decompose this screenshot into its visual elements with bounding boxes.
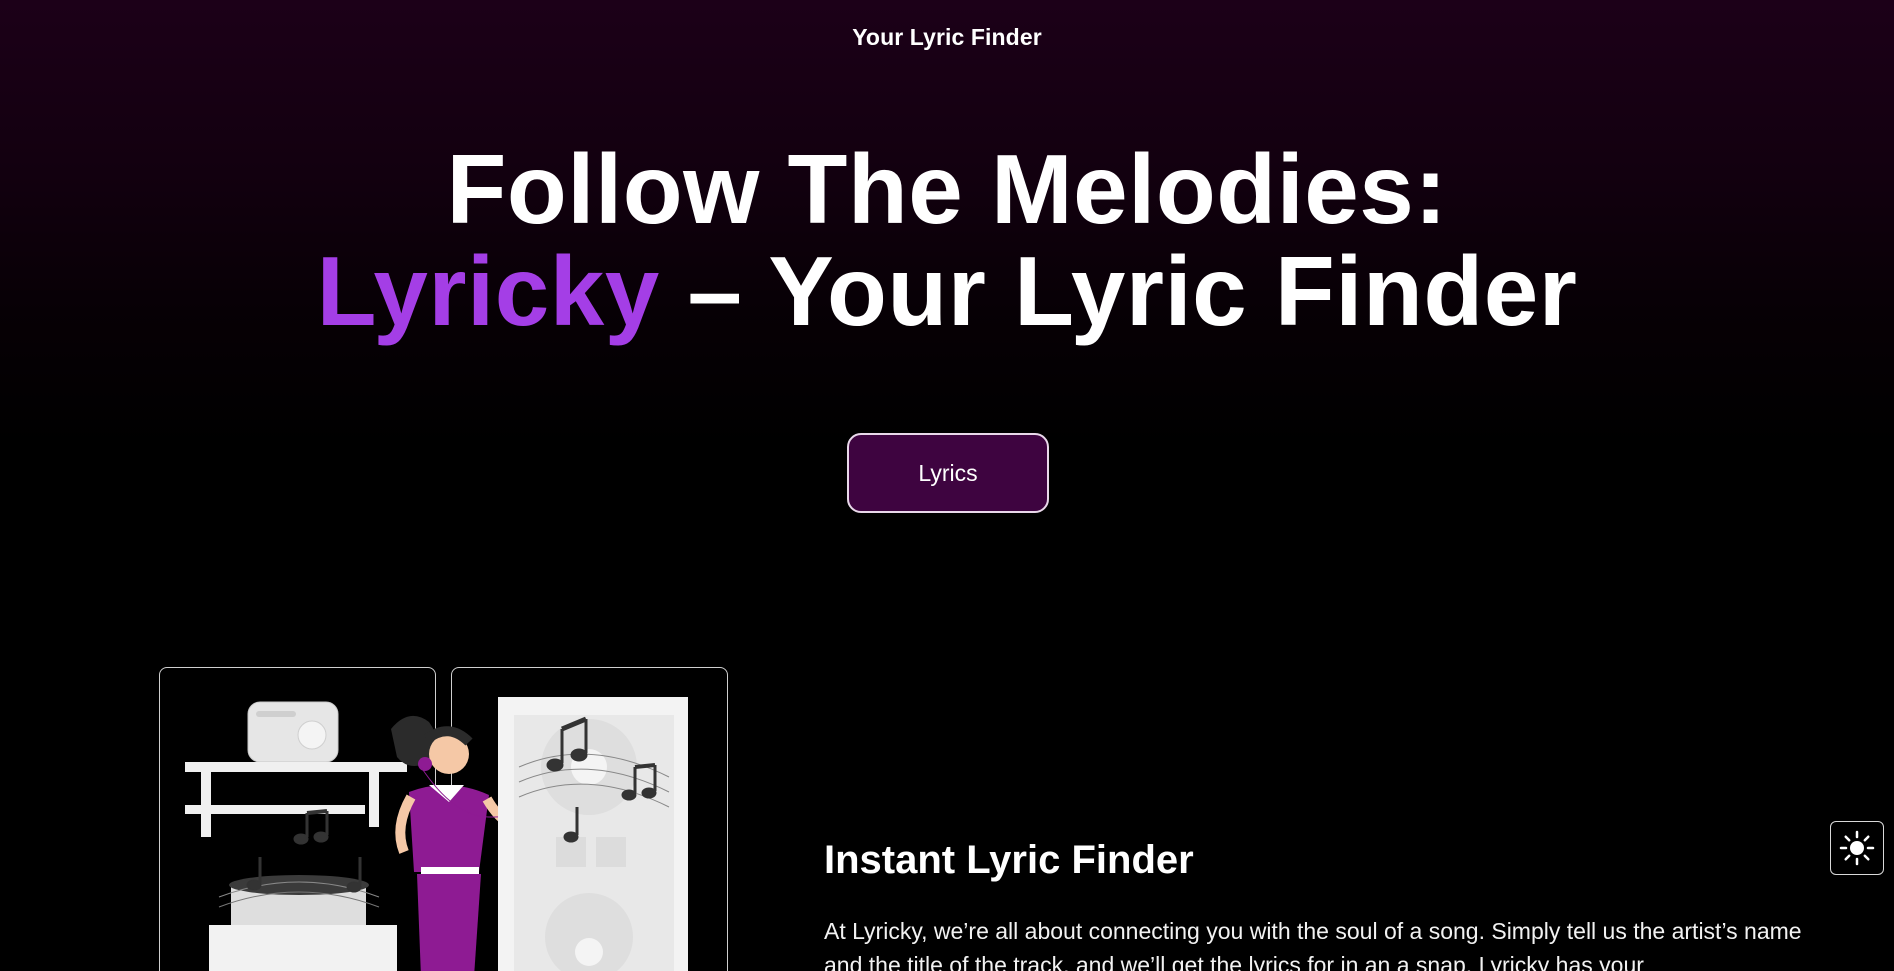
site-title: Your Lyric Finder [852,24,1042,50]
lyrics-button[interactable]: Lyrics [847,433,1049,513]
speaker-icon [498,697,688,971]
feature-description: At Lyricky, we’re all about connecting y… [824,918,1802,971]
page: Your Lyric Finder Follow The Melodies: L… [0,0,1894,971]
music-illustration [185,697,688,971]
hero-brand: Lyricky [316,236,660,346]
theme-toggle-button[interactable] [1830,821,1884,875]
feature-title: Instant Lyric Finder [824,838,1194,882]
sun-icon [1839,830,1875,866]
hero-line-1: Follow The Melodies: [446,134,1448,244]
shelf-icon [185,762,407,837]
record-player-icon [209,875,397,971]
hero-line-2: – Your Lyric Finder [659,236,1578,346]
radio-icon [247,701,339,763]
hero-heading: Follow The Melodies: Lyricky – Your Lyri… [0,138,1894,342]
